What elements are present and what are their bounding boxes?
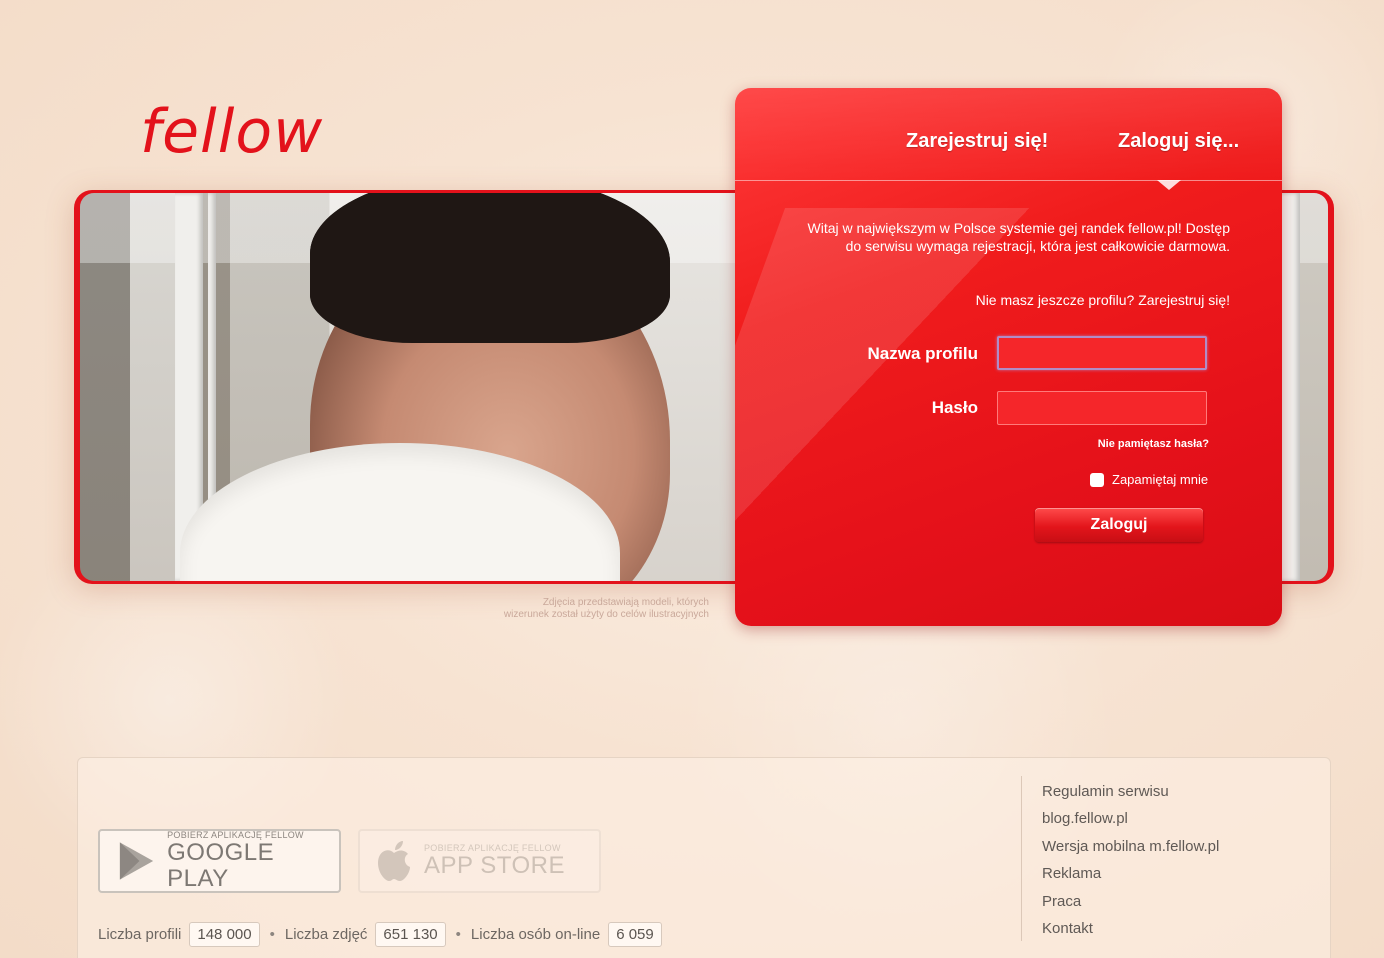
app-store-button[interactable]: POBIERZ APLIKACJĘ FELLOW APP STORE xyxy=(358,829,601,893)
welcome-text: Witaj w największym w Polsce systemie ge… xyxy=(807,220,1231,254)
username-label: Nazwa profilu xyxy=(867,344,978,363)
password-label: Hasło xyxy=(931,398,978,417)
link-jobs[interactable]: Praca xyxy=(1042,888,1219,915)
link-contact[interactable]: Kontakt xyxy=(1042,915,1219,942)
footer-divider xyxy=(1021,776,1022,941)
fellow-logo[interactable]: fellow xyxy=(140,92,350,172)
remember-checkbox[interactable] xyxy=(1090,472,1104,487)
link-blog[interactable]: blog.fellow.pl xyxy=(1042,805,1219,832)
online-label: Liczba osób on-line xyxy=(470,926,601,943)
separator: • xyxy=(455,926,461,943)
photos-label: Liczba zdjęć xyxy=(284,926,368,943)
tab-login[interactable]: Zaloguj się... xyxy=(1118,130,1239,153)
tab-register[interactable]: Zarejestruj się! xyxy=(906,130,1048,153)
profiles-count: 148 000 xyxy=(189,922,260,947)
online-count: 6 059 xyxy=(608,922,662,947)
password-input[interactable] xyxy=(997,391,1207,425)
app-store-title: APP STORE xyxy=(424,852,565,879)
username-input[interactable] xyxy=(997,336,1207,370)
site-stats: Liczba profili 148 000 • Liczba zdjęć 65… xyxy=(98,922,662,947)
google-play-title: GOOGLE PLAY xyxy=(167,839,275,892)
play-store-icon xyxy=(119,842,154,880)
register-link[interactable]: Nie masz jeszcze profilu? Zarejestruj si… xyxy=(795,292,1230,308)
remember-me[interactable]: Zapamiętaj mnie xyxy=(1090,472,1208,487)
panel-tabs: Zarejestruj się! Zaloguj się... xyxy=(735,88,1282,181)
photos-count: 651 130 xyxy=(375,922,446,947)
google-play-button[interactable]: POBIERZ APLIKACJĘ FELLOW GOOGLE PLAY xyxy=(98,829,341,893)
profiles-label: Liczba profili xyxy=(98,926,182,943)
link-terms[interactable]: Regulamin serwisu xyxy=(1042,778,1219,805)
login-panel: Zarejestruj się! Zaloguj się... Witaj w … xyxy=(735,88,1282,626)
forgot-password-link[interactable]: Nie pamiętasz hasła? xyxy=(997,438,1209,450)
logo-wordmark: fellow xyxy=(140,97,323,167)
active-tab-arrow-icon xyxy=(1157,180,1181,190)
separator: • xyxy=(269,926,275,943)
link-mobile[interactable]: Wersja mobilna m.fellow.pl xyxy=(1042,833,1219,860)
fellow-logo-graphic: fellow xyxy=(140,97,323,167)
apple-icon xyxy=(378,841,410,881)
remember-label: Zapamiętaj mnie xyxy=(1112,472,1209,487)
photo-disclaimer: Zdjęcia przedstawiają modeli, których wi… xyxy=(503,597,709,620)
login-button[interactable]: Zaloguj xyxy=(1035,508,1203,542)
link-ads[interactable]: Reklama xyxy=(1042,860,1219,887)
footer-links: Regulamin serwisu blog.fellow.pl Wersja … xyxy=(1042,778,1219,942)
